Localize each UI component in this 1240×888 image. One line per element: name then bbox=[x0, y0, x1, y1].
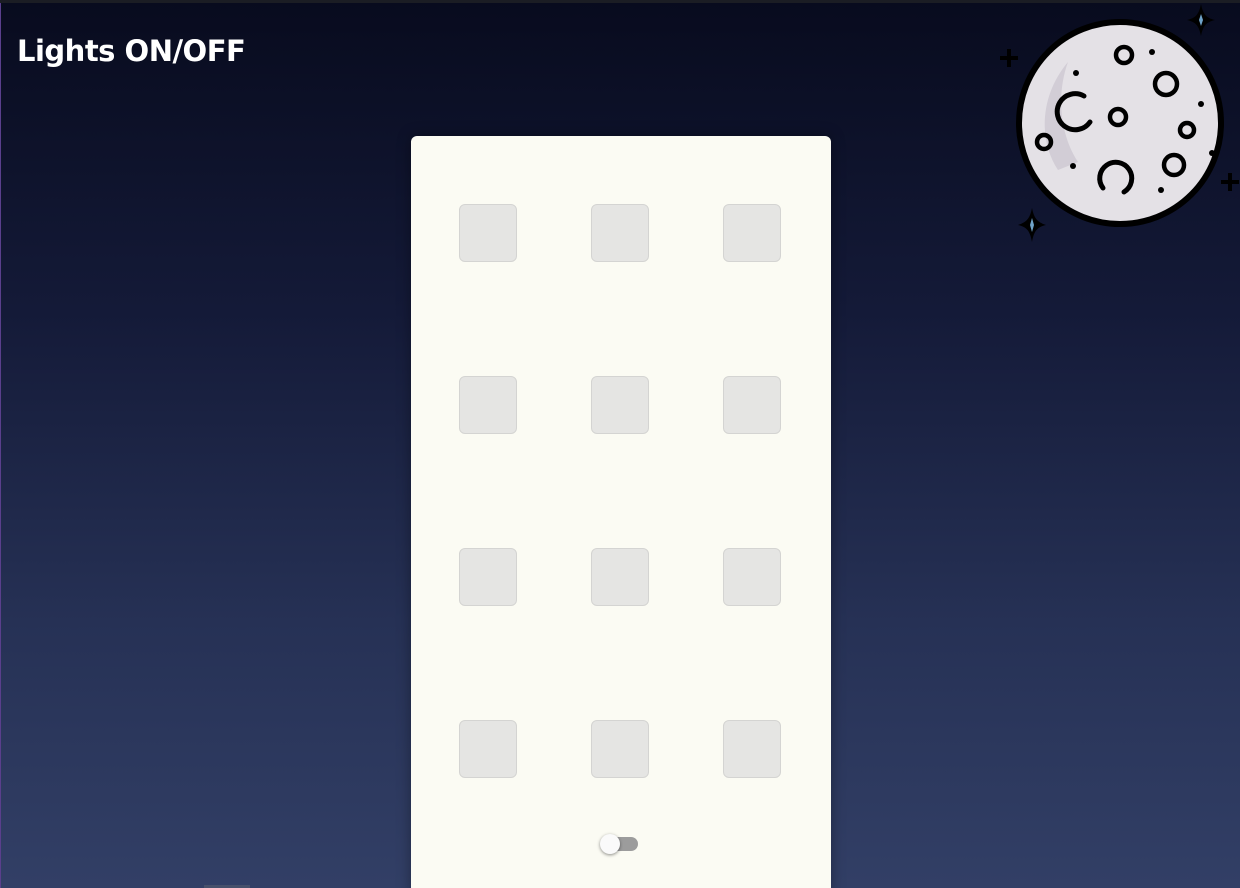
page-title: Lights ON/OFF bbox=[17, 34, 246, 68]
window-light[interactable] bbox=[591, 376, 649, 434]
window-left-border bbox=[0, 3, 1, 888]
moon-icon bbox=[1000, 4, 1239, 242]
sparkle-star-icon bbox=[1187, 4, 1215, 36]
plus-star-icon bbox=[1221, 173, 1239, 191]
window-light[interactable] bbox=[723, 548, 781, 606]
window-light[interactable] bbox=[459, 548, 517, 606]
window-light[interactable] bbox=[459, 376, 517, 434]
window-light[interactable] bbox=[723, 720, 781, 778]
window-light[interactable] bbox=[723, 204, 781, 262]
sparkle-star-icon bbox=[1018, 208, 1046, 242]
toggle-knob[interactable] bbox=[600, 834, 620, 854]
window-light[interactable] bbox=[591, 720, 649, 778]
window-light[interactable] bbox=[723, 376, 781, 434]
plus-star-icon bbox=[1000, 49, 1018, 67]
lights-toggle-switch[interactable] bbox=[600, 834, 638, 854]
window-light[interactable] bbox=[591, 548, 649, 606]
building bbox=[411, 136, 831, 888]
window-light[interactable] bbox=[591, 204, 649, 262]
window-light[interactable] bbox=[459, 720, 517, 778]
window-light[interactable] bbox=[459, 204, 517, 262]
